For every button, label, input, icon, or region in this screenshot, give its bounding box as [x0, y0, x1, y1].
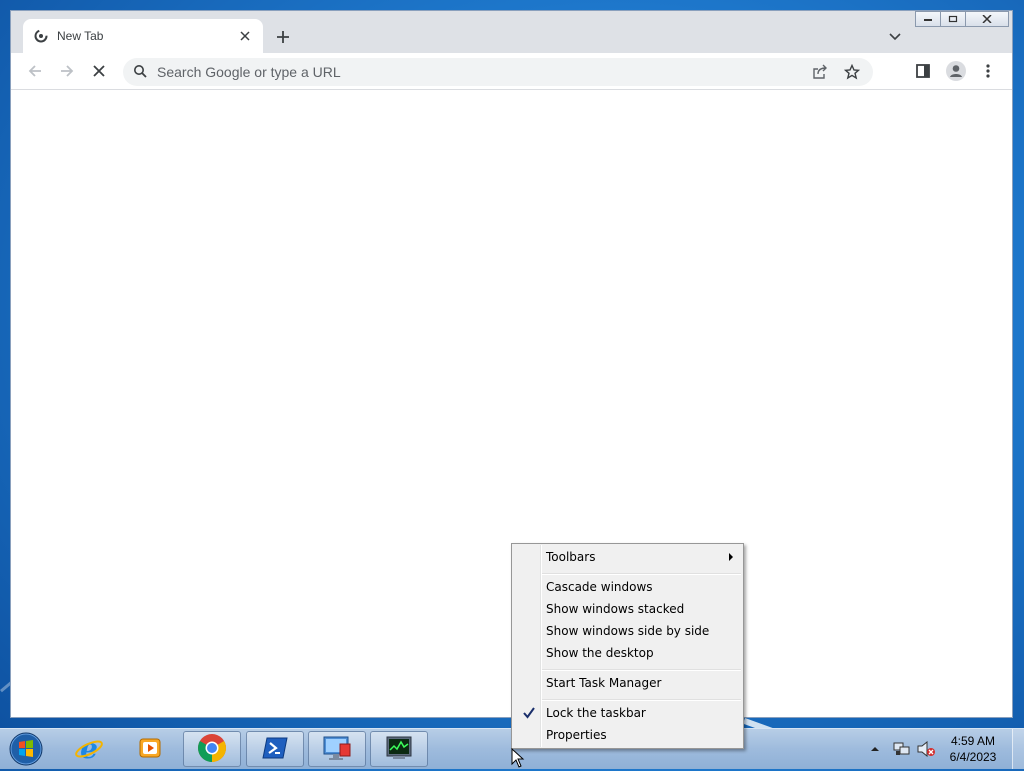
forward-button[interactable]: [55, 59, 79, 83]
profile-avatar-icon[interactable]: [944, 59, 968, 83]
menu-item-label: Properties: [546, 728, 607, 742]
chevron-down-icon[interactable]: [885, 27, 905, 47]
taskbar-chrome[interactable]: [183, 731, 241, 767]
more-menu-icon[interactable]: [976, 59, 1000, 83]
show-desktop-button[interactable]: [1012, 729, 1024, 769]
menu-item-label: Show the desktop: [546, 646, 654, 660]
menu-item-label: Show windows side by side: [546, 624, 710, 638]
menu-item-label: Cascade windows: [546, 580, 653, 594]
menu-item-label: Start Task Manager: [546, 676, 662, 690]
menu-item-show-windows-side-by-side[interactable]: Show windows side by side: [514, 620, 741, 642]
tab-title: New Tab: [57, 29, 104, 43]
loading-icon: [33, 28, 49, 44]
menu-item-label: Lock the taskbar: [546, 706, 646, 720]
omnibox-placeholder[interactable]: Search Google or type a URL: [157, 64, 799, 80]
menu-item-toolbars[interactable]: Toolbars: [514, 546, 741, 568]
close-tab-icon[interactable]: [237, 28, 253, 44]
taskbar-context-menu: Toolbars Cascade windows Show windows st…: [511, 543, 744, 749]
menu-separator: [542, 573, 741, 575]
minimize-button[interactable]: [915, 11, 941, 27]
restore-button[interactable]: [940, 11, 966, 27]
taskbar-internet-explorer[interactable]: e: [60, 731, 118, 767]
back-button[interactable]: [23, 59, 47, 83]
taskbar-task-manager[interactable]: [370, 731, 428, 767]
omnibox[interactable]: Search Google or type a URL: [123, 58, 873, 86]
taskbar-media-player[interactable]: [121, 731, 179, 767]
volume-muted-icon[interactable]: [914, 741, 938, 757]
internet-explorer-icon: e: [74, 732, 104, 766]
taskbar-clock[interactable]: 4:59 AM 6/4/2023: [940, 733, 1006, 765]
search-icon: [133, 64, 147, 81]
powershell-icon: [261, 735, 289, 764]
start-button[interactable]: [6, 731, 46, 767]
window-controls: [915, 11, 1009, 29]
menu-item-label: Toolbars: [546, 550, 596, 564]
tab-new-tab[interactable]: New Tab: [23, 19, 263, 53]
system-tray: [868, 729, 938, 769]
media-player-icon: [137, 735, 163, 764]
taskbar-powershell[interactable]: [246, 731, 304, 767]
svg-text:e: e: [80, 733, 98, 763]
menu-item-show-windows-stacked[interactable]: Show windows stacked: [514, 598, 741, 620]
menu-item-lock-the-taskbar[interactable]: Lock the taskbar: [514, 702, 741, 724]
title-bar[interactable]: New Tab: [11, 11, 1012, 53]
menu-separator: [542, 669, 741, 671]
taskbar-remote-desktop[interactable]: [308, 731, 366, 767]
bookmark-star-icon[interactable]: [841, 61, 863, 83]
close-window-button[interactable]: [965, 11, 1009, 27]
menu-item-start-task-manager[interactable]: Start Task Manager: [514, 672, 741, 694]
share-icon[interactable]: [809, 61, 831, 83]
task-manager-icon: [384, 734, 414, 765]
menu-item-show-the-desktop[interactable]: Show the desktop: [514, 642, 741, 664]
submenu-arrow-icon: [729, 553, 733, 561]
show-hidden-icons-icon[interactable]: [868, 746, 882, 752]
remote-desktop-icon: [322, 734, 352, 765]
clock-time: 4:59 AM: [950, 734, 996, 748]
menu-item-cascade-windows[interactable]: Cascade windows: [514, 576, 741, 598]
clock-date: 6/4/2023: [949, 750, 997, 764]
menu-item-label: Show windows stacked: [546, 602, 685, 616]
menu-separator: [542, 699, 741, 701]
stop-loading-button[interactable]: [87, 59, 111, 83]
side-panel-icon[interactable]: [911, 59, 935, 83]
new-tab-button[interactable]: [273, 27, 293, 47]
chrome-icon: [197, 733, 227, 766]
checkmark-icon: [520, 704, 538, 722]
network-icon[interactable]: [890, 741, 914, 757]
menu-item-properties[interactable]: Properties: [514, 724, 741, 746]
browser-toolbar: Search Google or type a URL: [11, 53, 1012, 90]
